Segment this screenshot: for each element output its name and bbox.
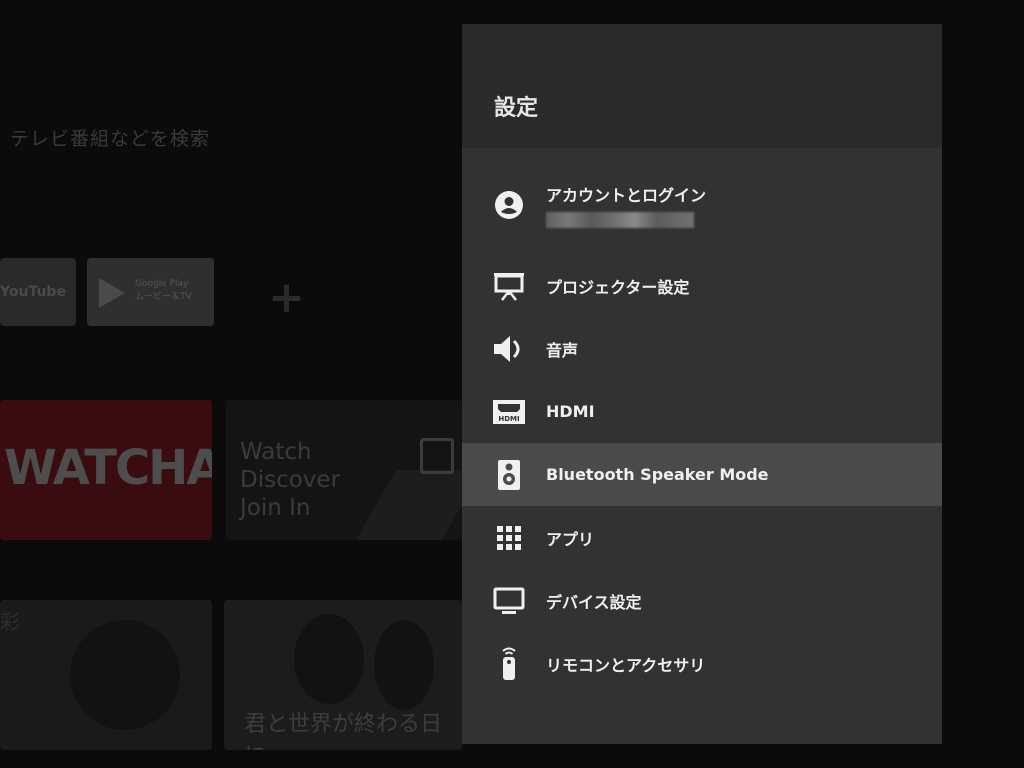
menu-item-label: 音声 — [546, 340, 579, 360]
movie-artwork — [294, 614, 364, 704]
twitch-banner[interactable]: Watch Discover Join In — [226, 400, 462, 540]
watcha-label: WATCHA — [4, 440, 212, 496]
menu-item-label: デバイス設定 — [546, 592, 642, 612]
twitch-line-join: Join In — [240, 495, 311, 521]
google-play-sublabel: ムービー＆TV — [135, 292, 192, 302]
google-play-app-tile[interactable]: Google Play ムービー＆TV — [87, 258, 214, 326]
menu-item-label: アカウントとログイン — [546, 186, 707, 205]
add-app-icon[interactable]: + — [268, 272, 305, 323]
menu-item-apps[interactable]: アプリ — [462, 506, 942, 569]
speaker-volume-icon — [492, 332, 526, 366]
menu-item-remote[interactable]: リモコンとアクセサリ — [462, 632, 942, 695]
menu-item-label: Bluetooth Speaker Mode — [546, 465, 769, 484]
menu-item-sound[interactable]: 音声 — [462, 317, 942, 380]
play-triangle-icon — [99, 278, 125, 308]
apps-grid-icon — [492, 521, 526, 555]
svg-text:HDMI: HDMI — [498, 415, 519, 423]
menu-item-hdmi[interactable]: HDMI HDMI — [462, 380, 942, 443]
menu-item-account[interactable]: アカウントとログイン — [462, 156, 942, 254]
tv-monitor-icon — [492, 584, 526, 618]
movie-tile[interactable]: 君と世界が終わる日に — [224, 600, 462, 750]
speaker-box-icon — [492, 458, 526, 492]
menu-item-device[interactable]: デバイス設定 — [462, 569, 942, 632]
settings-header: 設定 — [462, 24, 942, 148]
movie-title: 彩 — [0, 610, 20, 634]
youtube-app-tile[interactable]: YouTube — [0, 258, 76, 326]
twitch-line-discover: Discover — [240, 467, 341, 493]
youtube-app-label: YouTube — [0, 284, 66, 300]
menu-item-projector[interactable]: プロジェクター設定 — [462, 254, 942, 317]
menu-item-bluetooth-speaker[interactable]: Bluetooth Speaker Mode — [462, 443, 942, 506]
remote-control-icon — [492, 647, 526, 681]
settings-menu: アカウントとログイン プロジェクター設定 音声 HDMI HDMI Blueto… — [462, 148, 942, 695]
movie-artwork — [374, 620, 434, 710]
twitch-line-watch: Watch — [240, 439, 312, 465]
movie-artwork — [70, 620, 180, 730]
movie-tile[interactable]: 彩 — [0, 600, 212, 750]
google-play-label: Google Play — [135, 279, 189, 289]
menu-item-label: アプリ — [546, 529, 595, 549]
twitch-band-decoration — [355, 470, 462, 540]
settings-title: 設定 — [494, 96, 539, 121]
account-name-blurred — [546, 212, 694, 228]
menu-item-label: HDMI — [546, 402, 595, 421]
movie-title: 君と世界が終わる日に — [244, 712, 443, 750]
search-hint: テレビ番組などを検索 — [10, 128, 211, 150]
twitch-logo-icon — [420, 438, 454, 474]
menu-item-label: プロジェクター設定 — [546, 277, 690, 297]
watcha-banner[interactable]: WATCHA — [0, 400, 212, 540]
menu-item-label: リモコンとアクセサリ — [546, 655, 706, 675]
account-circle-icon — [492, 188, 526, 222]
projector-screen-icon — [492, 269, 526, 303]
settings-panel: 設定 アカウントとログイン プロジェクター設定 音声 HDMI HDMI Blu… — [462, 24, 942, 744]
hdmi-icon: HDMI — [492, 395, 526, 429]
